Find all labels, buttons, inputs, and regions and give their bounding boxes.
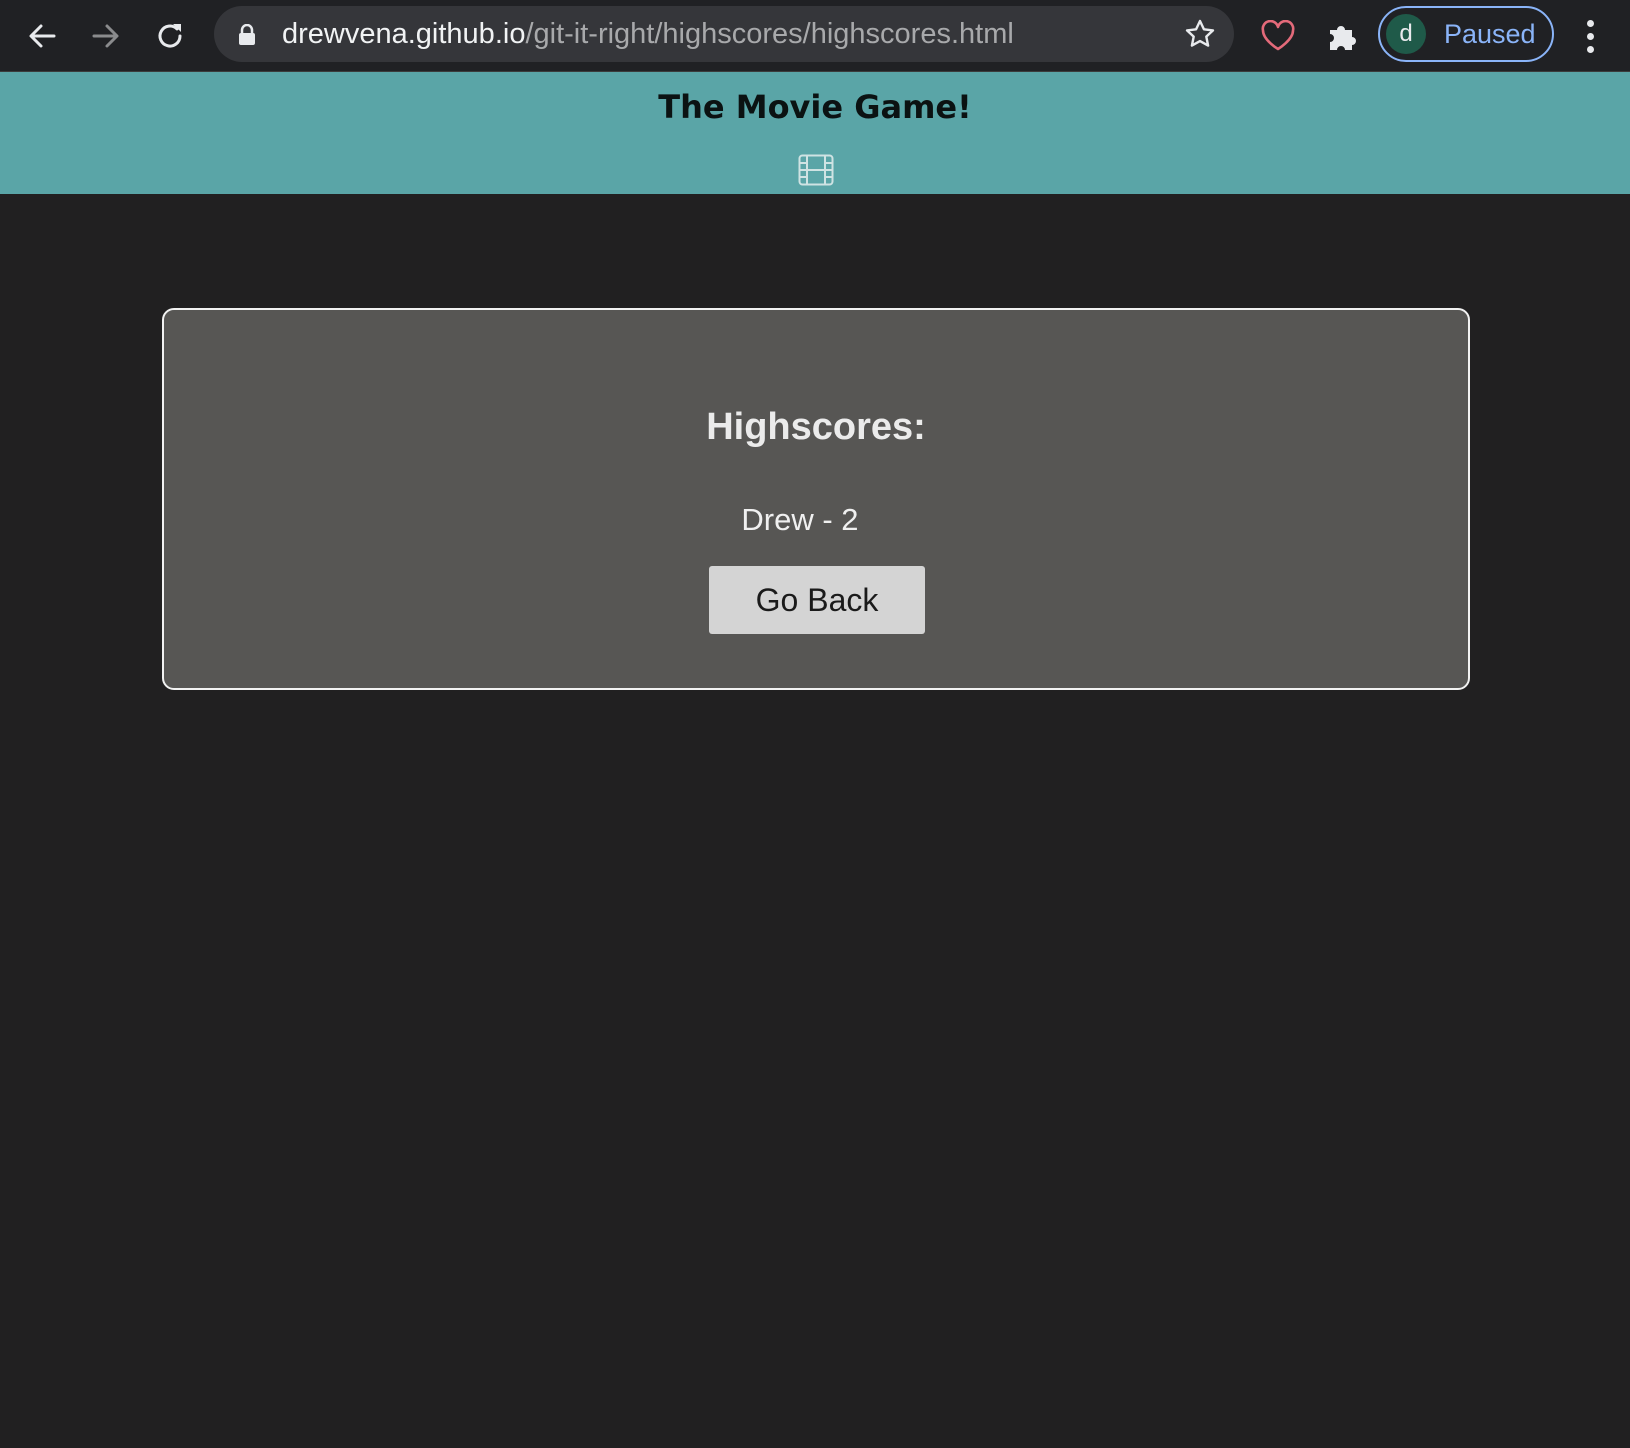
profile-button[interactable]: d Paused: [1378, 6, 1554, 62]
film-icon: [798, 154, 834, 191]
browser-toolbar: drewvena.github.io/git-it-right/highscor…: [0, 0, 1630, 72]
site-title: The Movie Game!: [658, 88, 972, 126]
more-vert-icon[interactable]: [1572, 14, 1608, 58]
puzzle-icon[interactable]: [1320, 14, 1364, 58]
url-text[interactable]: drewvena.github.io/git-it-right/highscor…: [282, 6, 1014, 62]
go-back-button[interactable]: Go Back: [709, 566, 925, 634]
address-bar[interactable]: drewvena.github.io/git-it-right/highscor…: [214, 6, 1234, 62]
back-arrow-icon[interactable]: [20, 14, 64, 58]
forward-arrow-icon[interactable]: [84, 14, 128, 58]
url-host: drewvena.github.io: [282, 18, 526, 50]
heart-icon[interactable]: [1256, 14, 1300, 58]
avatar: d: [1386, 14, 1426, 54]
url-path: /git-it-right/highscores/highscores.html: [525, 18, 1014, 50]
profile-status: Paused: [1444, 19, 1536, 49]
highscores-title: Highscores:: [706, 406, 926, 448]
highscores-card: Highscores: Drew - 2 Go Back: [162, 308, 1470, 690]
star-icon[interactable]: [1184, 18, 1216, 55]
reload-icon[interactable]: [148, 14, 192, 58]
score-entry: Drew - 2: [741, 502, 859, 537]
lock-icon[interactable]: [238, 23, 256, 51]
site-header: The Movie Game!: [0, 72, 1630, 194]
